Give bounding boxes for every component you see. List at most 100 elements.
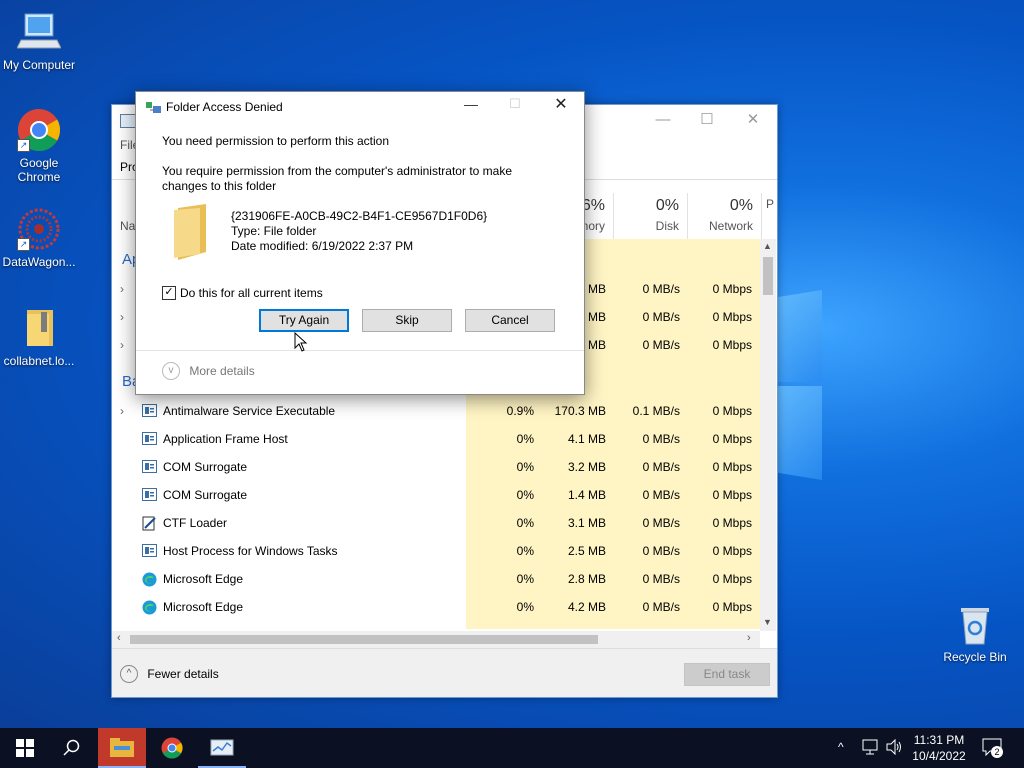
chrome-icon: ↗ (17, 108, 61, 152)
task-manager-footer: ^ Fewer details End task (112, 648, 777, 697)
table-row[interactable]: Host Process for Windows Tasks 0% 2.5 MB… (112, 537, 760, 565)
horizontal-scrollbar[interactable]: ‹ › (112, 631, 760, 648)
network-tray-icon[interactable] (862, 739, 880, 758)
memory-cell: 3.2 MB (567, 460, 606, 474)
computer-icon (16, 10, 62, 54)
table-row[interactable]: Microsoft Edge 0% 4.2 MB 0 MB/s 0 Mbps (112, 593, 760, 621)
disk-cell: 0 MB/s (642, 338, 680, 352)
taskbar-chrome[interactable] (148, 728, 196, 768)
windows-logo-icon (16, 739, 34, 757)
disk-cell: 0 MB/s (642, 516, 680, 530)
shortcut-arrow-icon: ↗ (17, 238, 30, 251)
expand-chevron-icon[interactable]: › (120, 404, 124, 418)
taskbar: ^ 11:31 PM 10/4/2022 2 (0, 728, 1024, 768)
desktop: My Computer ↗ Google Chrome ↗ DataWagon.… (0, 0, 1024, 728)
maximize-button[interactable]: ☐ (692, 109, 722, 131)
folder-item-name: {231906FE-A0CB-49C2-B4F1-CE9567D1F0D6} (231, 209, 488, 223)
dialog-minimize-button[interactable]: — (456, 96, 486, 116)
process-name: Host Process for Windows Tasks (163, 544, 338, 558)
column-header-network[interactable]: 0% Network (688, 193, 762, 239)
start-button[interactable] (0, 728, 48, 768)
column-header-power[interactable]: P (762, 193, 777, 239)
edge-icon (142, 572, 157, 587)
clock-date: 10/4/2022 (912, 749, 966, 763)
table-row[interactable]: › Antimalware Service Executable 0.9% 17… (112, 397, 760, 425)
tray-overflow-icon[interactable]: ^ (838, 740, 844, 754)
vertical-scrollbar[interactable]: ▲ ▼ (760, 239, 776, 631)
desktop-icon-recycle-bin[interactable]: Recycle Bin (936, 602, 1014, 664)
power-label: P (766, 197, 775, 211)
table-row[interactable]: CTF Loader 0% 3.1 MB 0 MB/s 0 Mbps (112, 509, 760, 537)
network-percent: 0% (729, 197, 753, 214)
table-row[interactable]: COM Surrogate 0% 3.2 MB 0 MB/s 0 Mbps (112, 453, 760, 481)
column-header-disk[interactable]: 0% Disk (614, 193, 688, 239)
disk-cell: 0 MB/s (642, 544, 680, 558)
close-button[interactable]: ✕ (738, 109, 768, 131)
folder-icon (170, 204, 214, 263)
skip-button[interactable]: Skip (362, 309, 452, 332)
end-task-button[interactable]: End task (684, 663, 770, 686)
service-icon (142, 544, 157, 557)
table-row[interactable]: Application Frame Host 0% 4.1 MB 0 MB/s … (112, 425, 760, 453)
apply-all-checkbox[interactable]: ✓ (162, 286, 176, 300)
cpu-cell: 0% (516, 516, 534, 530)
desktop-icon-my-computer[interactable]: My Computer (0, 10, 78, 72)
clock[interactable]: 11:31 PM 10/4/2022 (908, 732, 970, 764)
clock-time: 11:31 PM (913, 733, 965, 747)
scroll-down-icon[interactable]: ▼ (763, 617, 772, 627)
table-row[interactable]: Microsoft Edge 0% 2.8 MB 0 MB/s 0 Mbps (112, 565, 760, 593)
service-icon (142, 460, 157, 473)
task-manager-app-icon (120, 114, 136, 128)
network-cell: 0 Mbps (712, 600, 752, 614)
folder-item-type: Type: File folder (231, 224, 317, 238)
memory-cell: 170.3 MB (554, 404, 606, 418)
service-icon (142, 488, 157, 501)
cpu-cell: 0% (516, 600, 534, 614)
datawagon-icon: ↗ (17, 207, 61, 251)
taskbar-task-manager[interactable] (198, 728, 246, 768)
service-icon (142, 432, 157, 445)
memory-cell: 1.4 MB (567, 488, 606, 502)
memory-cell: 4.2 MB (567, 600, 606, 614)
scroll-up-icon[interactable]: ▲ (763, 241, 772, 251)
network-cell: 0 Mbps (712, 488, 752, 502)
memory-cell: 3.1 MB (567, 516, 606, 530)
notification-center-button[interactable]: 2 (982, 738, 1006, 758)
vertical-scroll-thumb[interactable] (763, 257, 773, 295)
more-details-button[interactable]: v More details (162, 362, 255, 380)
desktop-icon-collabnet[interactable]: collabnet.lo... (0, 306, 78, 368)
taskbar-file-explorer[interactable] (98, 728, 146, 768)
minimize-button[interactable]: — (648, 109, 678, 131)
network-cell: 0 Mbps (712, 404, 752, 418)
expand-chevron-icon[interactable]: › (120, 310, 124, 324)
dialog-divider (136, 350, 584, 351)
scroll-right-icon[interactable]: › (747, 632, 751, 644)
process-name: CTF Loader (163, 516, 228, 530)
try-again-button[interactable]: Try Again (259, 309, 349, 332)
horizontal-scroll-thumb[interactable] (130, 635, 598, 644)
process-name: COM Surrogate (163, 488, 248, 502)
network-label: Network (708, 219, 753, 233)
more-details-label: More details (189, 364, 255, 378)
network-cell: 0 Mbps (712, 544, 752, 558)
service-icon (142, 404, 157, 417)
volume-tray-icon[interactable] (886, 738, 904, 758)
folder-access-denied-dialog[interactable]: Folder Access Denied — ☐ ✕ You need perm… (135, 91, 585, 395)
desktop-icon-chrome[interactable]: ↗ Google Chrome (0, 108, 78, 184)
cancel-button[interactable]: Cancel (465, 309, 555, 332)
expand-chevron-icon[interactable]: › (120, 282, 124, 296)
dialog-close-button[interactable]: ✕ (546, 94, 576, 116)
name-column-header[interactable]: Na (120, 219, 135, 233)
scroll-left-icon[interactable]: ‹ (117, 632, 121, 644)
apply-all-label[interactable]: Do this for all current items (180, 286, 323, 300)
dialog-app-icon (146, 100, 162, 117)
search-button[interactable] (48, 728, 96, 768)
disk-cell: 0.1 MB/s (632, 404, 680, 418)
network-cell: 0 Mbps (712, 432, 752, 446)
expand-chevron-icon[interactable]: › (120, 338, 124, 352)
desktop-icon-label: collabnet.lo... (3, 354, 75, 368)
desktop-icon-datawagon[interactable]: ↗ DataWagon... (0, 207, 78, 269)
disk-label: Disk (655, 219, 679, 233)
fewer-details-button[interactable]: ^ Fewer details (120, 665, 219, 683)
table-row[interactable]: COM Surrogate 0% 1.4 MB 0 MB/s 0 Mbps (112, 481, 760, 509)
